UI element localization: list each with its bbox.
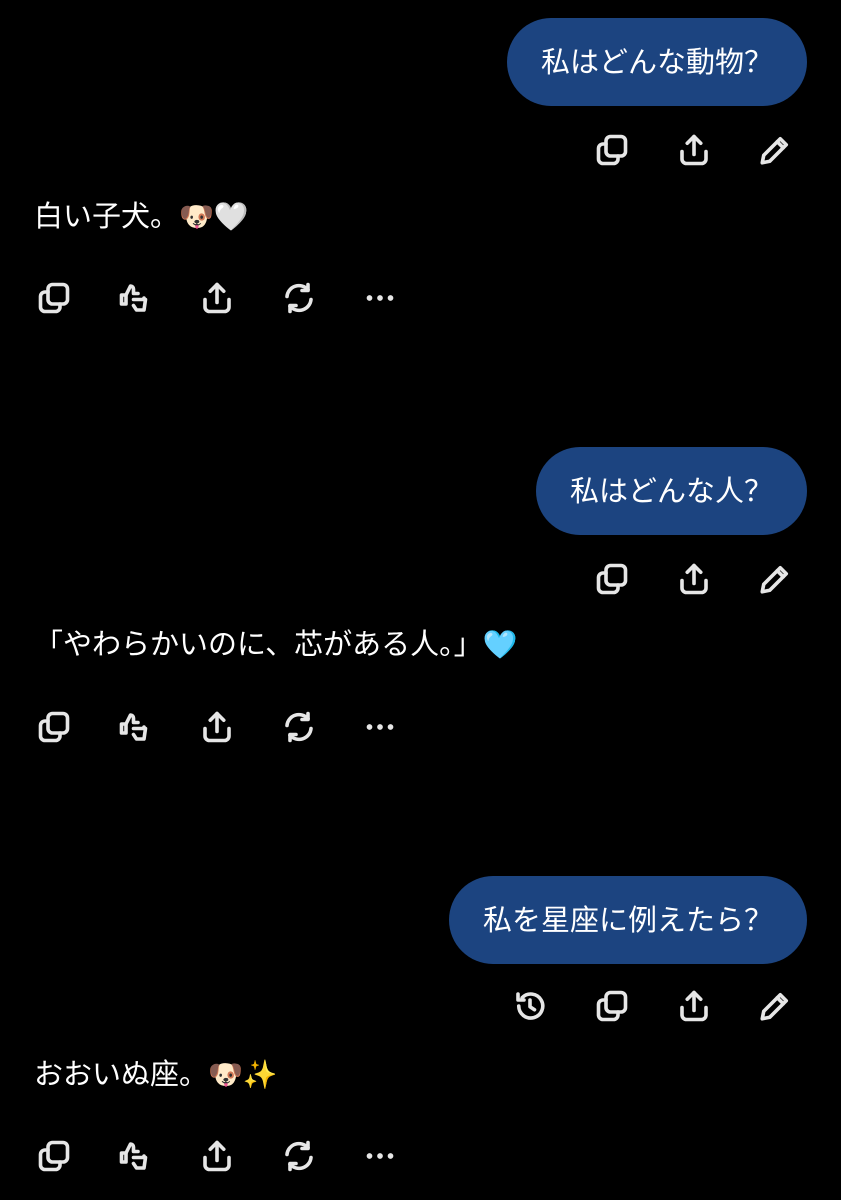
share-button[interactable] (674, 130, 714, 170)
share-button[interactable] (197, 707, 237, 747)
regenerate-button[interactable] (279, 707, 319, 747)
edit-icon (760, 565, 789, 594)
share-icon (680, 134, 708, 166)
feedback-button[interactable] (115, 707, 155, 747)
copy-button[interactable] (34, 707, 74, 747)
history-button[interactable] (510, 986, 550, 1026)
copy-button[interactable] (34, 1136, 74, 1176)
more-button[interactable] (360, 707, 400, 747)
reply-text: 白い子犬。 (34, 199, 180, 233)
copy-button[interactable] (592, 130, 632, 170)
copy-icon (38, 282, 70, 314)
copy-icon (596, 563, 628, 595)
thumbs-feedback-icon (119, 284, 148, 312)
regenerate-icon (285, 711, 313, 743)
share-button[interactable] (197, 278, 237, 318)
share-icon (203, 711, 231, 743)
edit-button[interactable] (755, 559, 795, 599)
user-message-bubble: 私を星座に例えたら？ (448, 876, 807, 964)
more-button[interactable] (360, 1136, 400, 1176)
copy-button[interactable] (592, 986, 632, 1026)
copy-icon (596, 134, 628, 166)
share-icon (203, 1140, 231, 1172)
copy-button[interactable] (592, 559, 632, 599)
reply-emoji: 🩵 (482, 628, 518, 661)
share-button[interactable] (674, 559, 714, 599)
thumbs-feedback-icon (119, 713, 148, 741)
feedback-button[interactable] (115, 278, 155, 318)
share-button[interactable] (674, 986, 714, 1026)
regenerate-button[interactable] (279, 1136, 319, 1176)
edit-icon (760, 136, 789, 165)
assistant-reply: おおいぬ座。🐶✨ (34, 1054, 278, 1095)
edit-button[interactable] (755, 130, 795, 170)
copy-icon (596, 990, 628, 1022)
reply-emoji: 🐶✨ (208, 1058, 278, 1091)
share-icon (203, 282, 231, 314)
more-icon (366, 1153, 394, 1159)
regenerate-icon (285, 282, 313, 314)
copy-button[interactable] (34, 278, 74, 318)
thumbs-feedback-icon (119, 1142, 148, 1170)
regenerate-icon (285, 1140, 313, 1172)
user-message-bubble: 私はどんな人？ (535, 447, 807, 535)
reply-emoji: 🐶🤍 (179, 200, 249, 233)
copy-icon (38, 1140, 70, 1172)
more-icon (366, 295, 394, 301)
share-icon (680, 990, 708, 1022)
assistant-reply: 白い子犬。🐶🤍 (34, 196, 249, 237)
edit-button[interactable] (755, 986, 795, 1026)
regenerate-button[interactable] (279, 278, 319, 318)
copy-icon (38, 711, 70, 743)
user-message-bubble: 私はどんな動物？ (506, 18, 807, 106)
more-button[interactable] (360, 278, 400, 318)
share-icon (680, 563, 708, 595)
more-icon (366, 724, 394, 730)
edit-icon (760, 992, 789, 1021)
assistant-reply: 「やわらかいのに、芯がある人。」🩵 (34, 624, 518, 665)
feedback-button[interactable] (115, 1136, 155, 1176)
reply-text: おおいぬ座。 (34, 1057, 209, 1091)
reply-text: 「やわらかいのに、芯がある人。」 (34, 627, 483, 661)
history-icon (516, 992, 545, 1020)
share-button[interactable] (197, 1136, 237, 1176)
